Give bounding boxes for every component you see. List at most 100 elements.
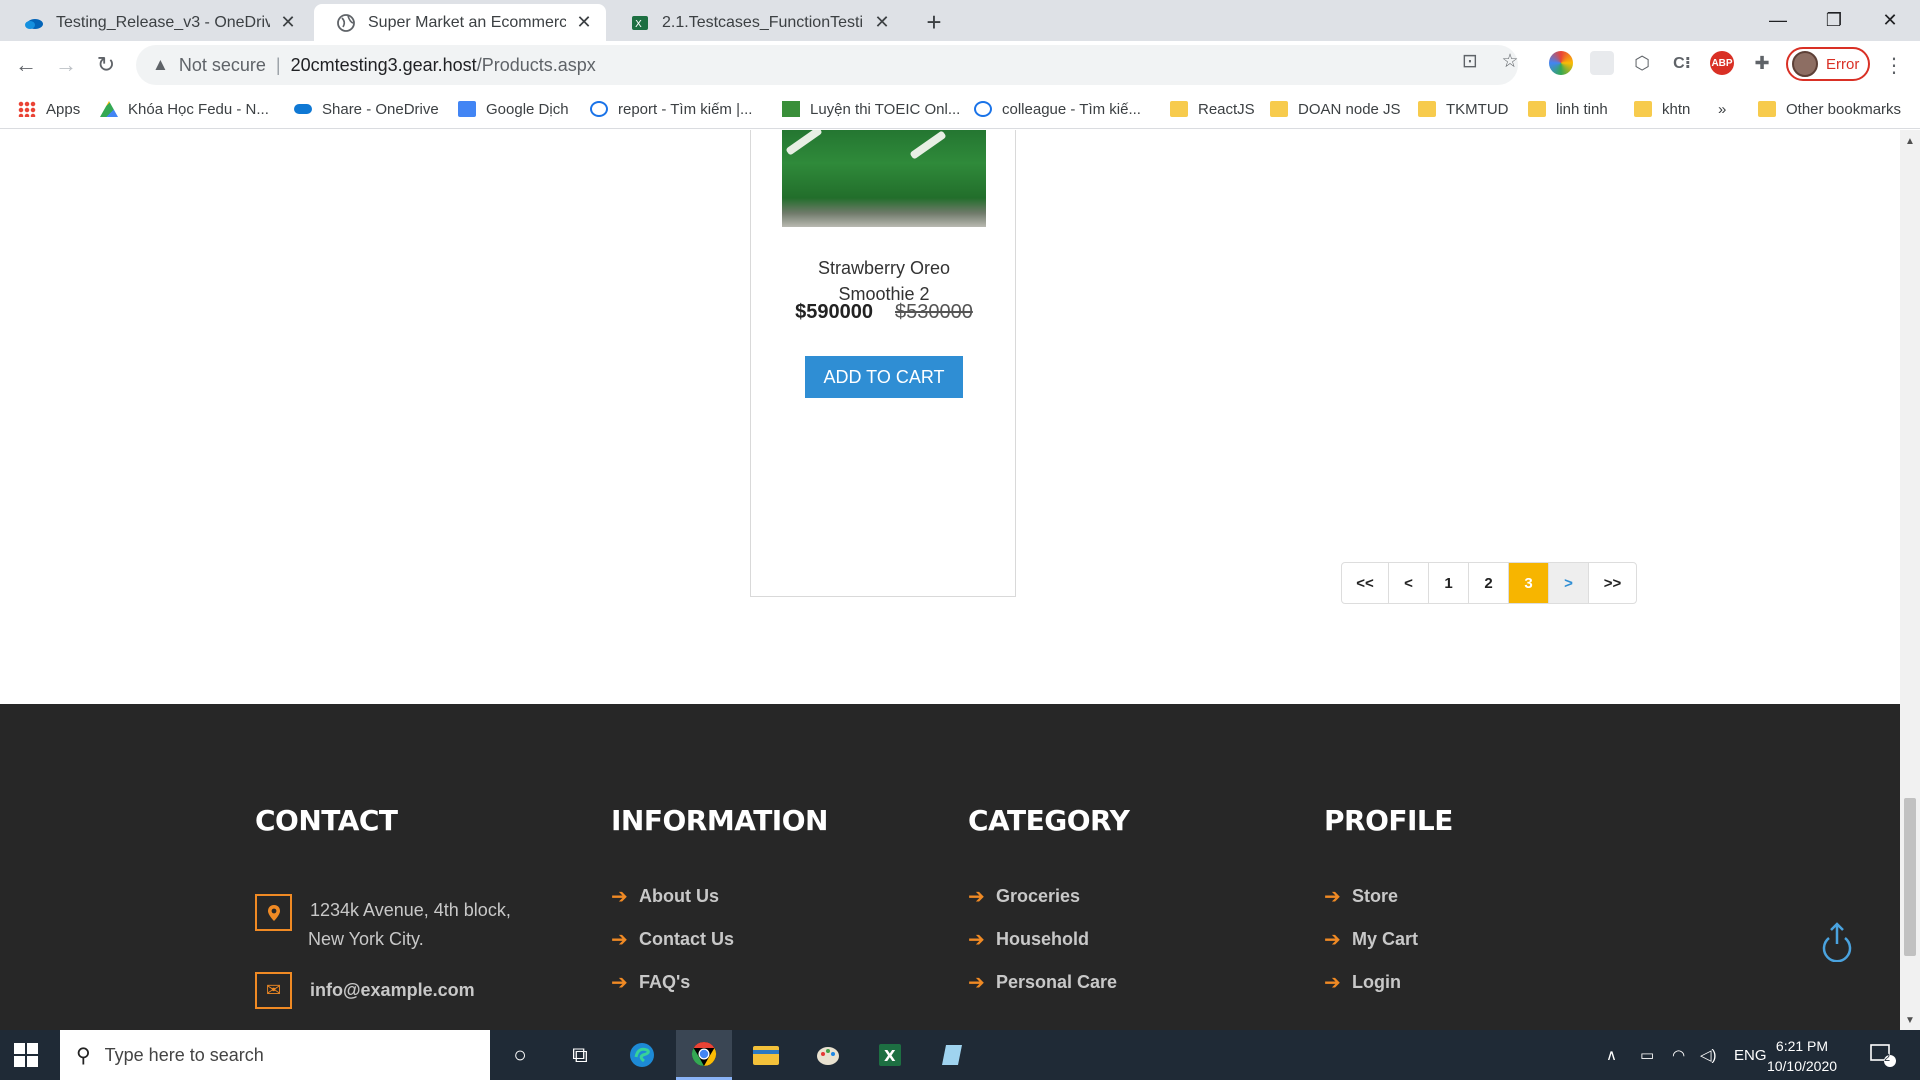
scroll-to-top-icon[interactable] [1820, 922, 1854, 972]
footer-link-label: About Us [639, 886, 719, 906]
wifi-icon[interactable]: ◠ [1672, 1030, 1685, 1080]
footer-link-label: Contact Us [639, 929, 735, 949]
chrome-icon[interactable] [676, 1030, 732, 1080]
notes-app-icon[interactable] [924, 1030, 980, 1080]
page-3-button[interactable]: 3 [1509, 563, 1549, 603]
notification-count: 2 [1884, 1052, 1891, 1064]
footer-link-label: Store [1352, 886, 1399, 906]
tab-onedrive[interactable]: Testing_Release_v3 - OneDrive ✕ [2, 4, 310, 41]
bookmark-item[interactable]: Luyện thi TOEIC Onl... [782, 89, 960, 129]
close-icon[interactable]: ✕ [276, 11, 300, 35]
address-bar[interactable]: ▲ Not secure | 20cmtesting3.gear.host/Pr… [136, 45, 1518, 85]
scroll-down-icon[interactable]: ▼ [1905, 1015, 1915, 1026]
product-image[interactable] [782, 130, 986, 227]
footer-link-my-cart[interactable]: ➔ My Cart [1324, 918, 1453, 961]
bookmark-apps[interactable]: Apps [18, 89, 80, 129]
menu-icon[interactable]: ⋮ [1880, 51, 1908, 79]
footer-link-label: Groceries [996, 886, 1081, 906]
minimize-button[interactable]: — [1750, 0, 1806, 41]
back-button[interactable]: ← [10, 49, 42, 81]
taskbar-search-box[interactable]: ⚲ Type here to search [60, 1030, 490, 1080]
compass-icon [974, 101, 992, 117]
contact-info: 1234k Avenue, 4th block, New York City. … [255, 894, 511, 1009]
bookmark-item[interactable]: colleague - Tìm kiế... [974, 89, 1141, 129]
bookmark-folder[interactable]: DOAN node JS [1270, 89, 1401, 129]
bookmark-label: khtn [1662, 100, 1691, 118]
scrollbar-thumb[interactable] [1904, 798, 1916, 956]
code-extension-icon[interactable]: C⁝ [1670, 51, 1694, 75]
bookmark-folder[interactable]: ReactJS [1170, 89, 1255, 129]
url-path: /Products.aspx [476, 54, 596, 75]
search-placeholder: Type here to search [104, 1044, 264, 1065]
cube-extension-icon[interactable]: ⬡ [1630, 51, 1654, 75]
bookmark-item[interactable]: Google Dịch [458, 89, 569, 129]
search-icon: ⚲ [76, 1044, 91, 1067]
profile-button[interactable]: Error [1786, 47, 1870, 81]
bookmarks-overflow-button[interactable]: » [1718, 89, 1726, 129]
footer-link-store[interactable]: ➔ Store [1324, 875, 1453, 918]
location-pin-icon [255, 894, 292, 931]
battery-icon[interactable]: ▭ [1640, 1030, 1654, 1080]
arrow-right-icon: ➔ [1324, 972, 1341, 994]
footer-link-groceries[interactable]: ➔ Groceries [968, 875, 1129, 918]
page-1-button[interactable]: 1 [1429, 563, 1469, 603]
email-link[interactable]: info@example.com [310, 976, 475, 1009]
paint-icon[interactable] [800, 1030, 856, 1080]
product-name-line: Strawberry Oreo [817, 258, 951, 278]
bookmark-folder-other[interactable]: Other bookmarks [1758, 89, 1901, 129]
scroll-up-icon[interactable]: ▲ [1905, 136, 1915, 147]
volume-icon[interactable]: ◁) [1700, 1030, 1717, 1080]
restore-button[interactable]: ❐ [1806, 0, 1862, 41]
taskbar-clock[interactable]: 6:21 PM 10/10/2020 [1762, 1036, 1842, 1076]
notification-center-icon[interactable]: 2 [1870, 1030, 1896, 1080]
page-next-button[interactable]: > [1549, 563, 1589, 603]
task-view-icon[interactable]: ⧉ [552, 1030, 608, 1080]
footer-link-personal-care[interactable]: ➔ Personal Care [968, 961, 1129, 1004]
page-scrollbar[interactable]: ▲ ▼ [1900, 130, 1920, 1030]
bookmark-label: linh tinh [1556, 100, 1608, 118]
bookmark-folder[interactable]: TKMTUD [1418, 89, 1509, 129]
add-to-cart-button[interactable]: ADD TO CART [805, 356, 963, 398]
close-icon[interactable]: ✕ [572, 11, 596, 35]
bookmark-folder[interactable]: linh tinh [1528, 89, 1608, 129]
bookmark-item[interactable]: Share - OneDrive [294, 89, 439, 129]
page-first-button[interactable]: << [1342, 563, 1389, 603]
edge-icon[interactable] [614, 1030, 670, 1080]
tab-excel[interactable]: X 2.1.Testcases_FunctionTesting.xls ✕ [608, 4, 904, 41]
footer-link-login[interactable]: ➔ Login [1324, 961, 1453, 1004]
forward-button[interactable]: → [50, 49, 82, 81]
product-name[interactable]: Strawberry Oreo Smoothie 2 [751, 255, 1017, 307]
footer-contact: CONTACT [255, 804, 398, 837]
close-icon[interactable]: ✕ [870, 11, 894, 35]
arrow-right-icon: ➔ [968, 972, 985, 994]
cortana-icon[interactable]: ○ [492, 1030, 548, 1080]
bookmark-label: » [1718, 100, 1727, 118]
footer-link-contact[interactable]: ➔ Contact Us [611, 918, 828, 961]
tab-supermarket[interactable]: Super Market an Ecommerce Onl ✕ [314, 4, 606, 41]
page-prev-button[interactable]: < [1389, 563, 1429, 603]
adblock-icon[interactable]: ABP [1710, 51, 1734, 75]
footer-link-about[interactable]: ➔ About Us [611, 875, 828, 918]
page-2-button[interactable]: 2 [1469, 563, 1509, 603]
puzzle-icon[interactable]: ✚ [1750, 51, 1774, 75]
extension-icon[interactable] [1590, 51, 1614, 75]
bookmark-item[interactable]: Khóa Học Fedu - N... [100, 89, 269, 129]
page-last-button[interactable]: >> [1589, 563, 1636, 603]
star-icon[interactable]: ☆ [1496, 47, 1524, 75]
bookmark-item[interactable]: report - Tìm kiếm |... [590, 89, 752, 129]
file-explorer-icon[interactable] [738, 1030, 794, 1080]
drive-icon [100, 101, 118, 117]
bookmark-folder[interactable]: khtn [1634, 89, 1690, 129]
translate-icon[interactable]: ⊡ [1456, 47, 1484, 75]
color-picker-extension-icon[interactable] [1549, 51, 1573, 75]
folder-icon [1270, 101, 1288, 117]
translate-icon [458, 101, 476, 117]
footer-link-household[interactable]: ➔ Household [968, 918, 1129, 961]
excel-app-icon[interactable]: X [862, 1030, 918, 1080]
new-tab-button[interactable]: + [918, 6, 950, 38]
footer-link-faq[interactable]: ➔ FAQ's [611, 961, 828, 1004]
tray-overflow-icon[interactable]: ∧ [1606, 1030, 1617, 1080]
windows-start-icon[interactable] [14, 1043, 38, 1067]
reload-button[interactable]: ↻ [90, 49, 122, 81]
window-close-button[interactable]: ✕ [1862, 0, 1918, 41]
